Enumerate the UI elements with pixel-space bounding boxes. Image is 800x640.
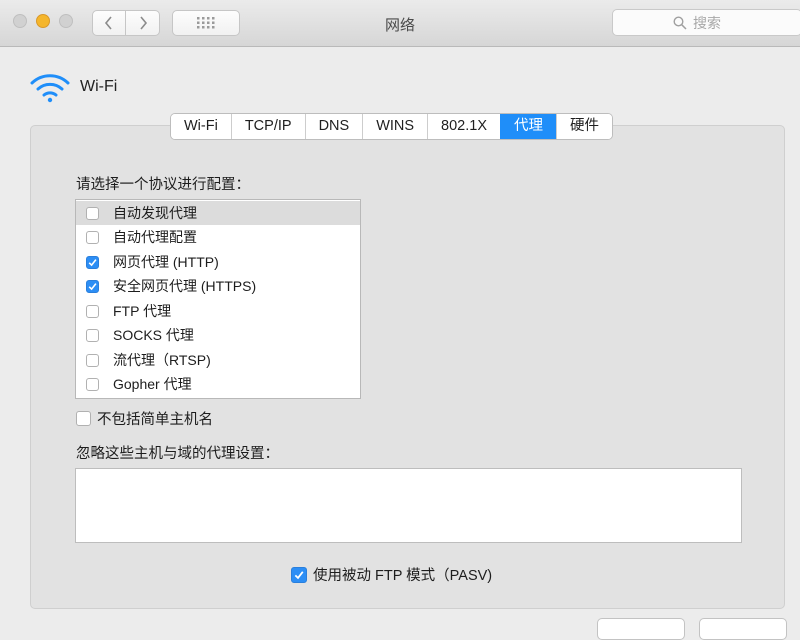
- protocol-row-gopher[interactable]: Gopher 代理: [76, 372, 360, 396]
- protocol-label: SOCKS 代理: [113, 327, 194, 343]
- protocol-label: 安全网页代理 (HTTPS): [113, 278, 257, 294]
- checkbox-auto-discovery[interactable]: [86, 206, 99, 220]
- bypass-hosts-label: 忽略这些主机与域的代理设置：: [76, 446, 279, 462]
- bypass-hosts-textarea[interactable]: [75, 468, 742, 543]
- tab-bar: Wi-Fi TCP/IP DNS WINS 802.1X 代理 硬件: [170, 113, 614, 140]
- protocol-row-auto-config[interactable]: 自动代理配置: [76, 225, 360, 249]
- checkbox-rtsp[interactable]: [86, 353, 99, 367]
- search-icon: [673, 15, 687, 30]
- search-placeholder: 搜索: [693, 14, 721, 31]
- tab-proxy[interactable]: 代理: [500, 114, 557, 139]
- cancel-button[interactable]: [597, 618, 685, 640]
- protocol-row-rtsp[interactable]: 流代理（RTSP): [76, 348, 360, 372]
- checkbox-ftp[interactable]: [86, 304, 99, 318]
- checkbox-http[interactable]: [86, 255, 99, 269]
- checkmark-icon: [88, 282, 97, 290]
- exclude-simple-hostnames-option[interactable]: 不包括简单主机名: [76, 408, 213, 429]
- protocol-row-auto-discovery[interactable]: 自动发现代理: [76, 201, 360, 225]
- ok-button[interactable]: [699, 618, 787, 640]
- tab-dns[interactable]: DNS: [304, 114, 363, 139]
- interface-name: Wi-Fi: [80, 78, 118, 95]
- protocol-row-socks[interactable]: SOCKS 代理: [76, 323, 360, 347]
- exclude-simple-hostnames-label: 不包括简单主机名: [97, 412, 213, 428]
- tab-hardware[interactable]: 硬件: [556, 114, 613, 139]
- checkbox-https[interactable]: [86, 279, 99, 293]
- protocol-row-https[interactable]: 安全网页代理 (HTTPS): [76, 274, 360, 298]
- wifi-icon: [30, 74, 70, 103]
- tab-wifi[interactable]: Wi-Fi: [171, 114, 231, 139]
- protocol-label: 流代理（RTSP): [113, 352, 211, 368]
- search-field[interactable]: 搜索: [612, 9, 800, 36]
- protocol-label: Gopher 代理: [113, 376, 192, 392]
- tab-wins[interactable]: WINS: [362, 114, 428, 139]
- protocol-select-label: 请选择一个协议进行配置：: [76, 177, 250, 193]
- protocol-label: 网页代理 (HTTP): [113, 254, 219, 270]
- checkbox-socks[interactable]: [86, 328, 99, 342]
- checkbox-exclude-simple-hostnames[interactable]: [76, 411, 91, 426]
- tab-tcpip[interactable]: TCP/IP: [230, 114, 305, 139]
- tab-8021x[interactable]: 802.1X: [427, 114, 501, 139]
- passive-ftp-option[interactable]: 使用被动 FTP 模式（PASV): [291, 564, 492, 585]
- checkmark-icon: [294, 570, 304, 579]
- protocol-label: 自动代理配置: [113, 229, 197, 245]
- protocol-row-ftp[interactable]: FTP 代理: [76, 299, 360, 323]
- title-bar: 网络 搜索: [0, 0, 800, 47]
- protocol-label: FTP 代理: [113, 303, 172, 319]
- checkbox-passive-ftp[interactable]: [291, 566, 307, 583]
- protocol-label: 自动发现代理: [113, 205, 197, 221]
- passive-ftp-label: 使用被动 FTP 模式（PASV): [313, 568, 493, 584]
- checkbox-auto-config[interactable]: [86, 230, 99, 244]
- protocol-row-http[interactable]: 网页代理 (HTTP): [76, 250, 360, 274]
- checkbox-gopher[interactable]: [86, 377, 99, 391]
- checkmark-icon: [88, 258, 97, 266]
- protocol-list: 自动发现代理 自动代理配置 网页代理 (HTTP) 安全网页代理 (HTTPS)…: [75, 199, 361, 399]
